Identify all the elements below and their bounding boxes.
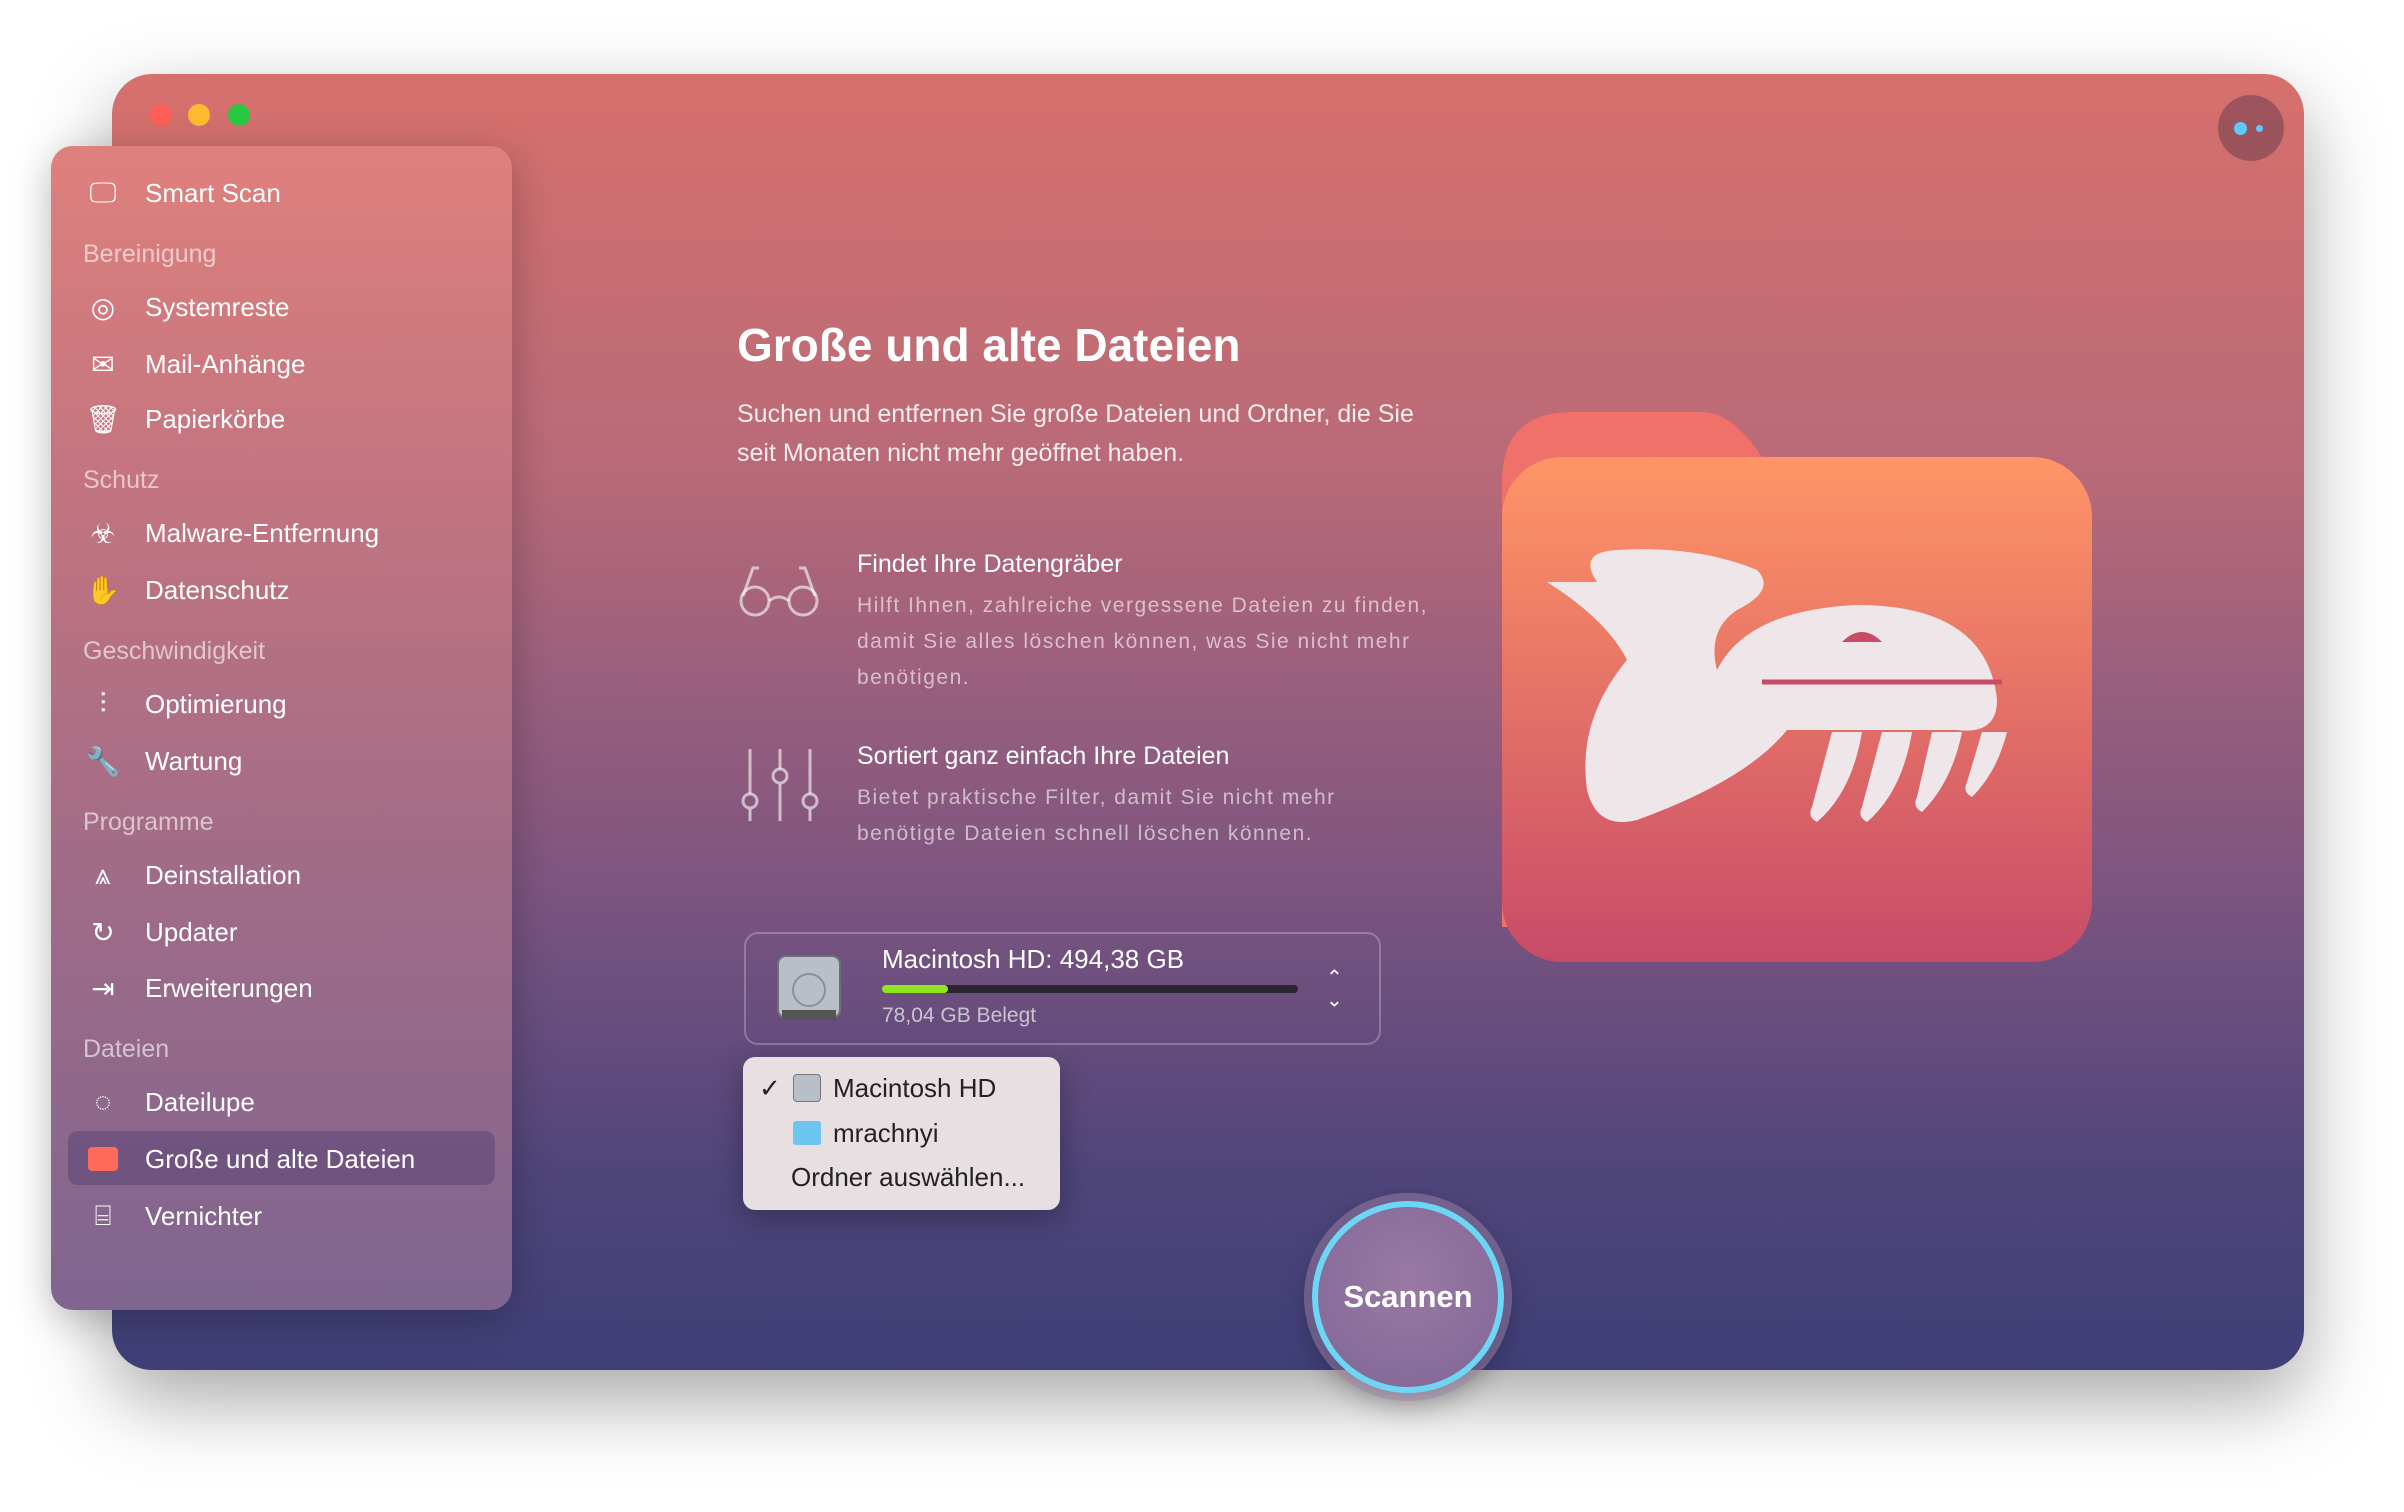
section-heading: Geschwindigkeit [83,637,266,665]
section-heading: Schutz [83,466,160,494]
whale-folder-icon [1502,412,2092,962]
sidebar-item-updater[interactable]: ↻ Updater [51,907,512,957]
page-description: Suchen und entfernen Sie große Dateien u… [737,400,1414,467]
feature-text: Bietet praktische Filter, damit Sie nich… [857,786,1336,845]
menu-item-home-folder[interactable]: mrachnyi [743,1111,1060,1155]
sidebar-item-privacy[interactable]: ✋ Datenschutz [51,565,512,615]
sidebar-item-malware[interactable]: ☣ Malware-Entfernung [51,508,512,558]
sidebar-item-shredder[interactable]: ⌸ Vernichter [51,1191,512,1241]
space-lens-icon: ◌ [94,1086,112,1117]
trash-bin-icon: 🗑 [85,403,121,435]
scan-button[interactable]: Scannen [1312,1201,1504,1393]
hand-icon: ✋ [85,574,121,606]
section-heading: Bereinigung [83,240,217,268]
page-title: Große und alte Dateien [737,319,1241,371]
drive-selector[interactable]: Macintosh HD: 494,38 GB 78,04 GB Belegt … [744,932,1381,1045]
sidebar-item-mail[interactable]: ✉ Mail-Anhänge [51,339,512,389]
menu-item-macintosh-hd[interactable]: ✓ Macintosh HD [743,1066,1060,1110]
sidebar-item-space-lens[interactable]: ◌ Dateilupe [51,1077,512,1127]
folder-icon [85,1141,121,1177]
minimize-button[interactable] [188,104,210,126]
sidebar-item-extensions[interactable]: ⇥ Erweiterungen [51,963,512,1013]
drive-usage-bar [882,985,1298,993]
sliders-icon: ⫶ [99,687,107,719]
glasses-icon [739,566,819,617]
drive-used: 78,04 GB Belegt [882,1004,1037,1027]
sidebar-item-large-old-files[interactable]: Große und alte Dateien [51,1134,512,1184]
system-junk-icon: ◎ [90,291,116,323]
app-store-icon: ⩓ [95,858,111,890]
updater-icon: ↻ [91,916,115,948]
close-button[interactable] [150,104,172,126]
assistant-icon [2234,122,2247,135]
home-folder-icon [793,1121,821,1145]
stepper-chevrons-icon[interactable]: ⌃ ⌃ [1326,968,1343,1009]
monitor-icon: 🖵 [89,176,117,208]
biohazard-icon: ☣ [90,517,116,549]
sidebar: 🖵 Smart Scan Bereinigung ◎ Systemreste ✉ Ma… [51,146,512,1310]
zoom-button[interactable] [228,104,250,126]
sidebar-item-maintenance[interactable]: 🔧 Wartung [51,736,512,786]
sidebar-item-systemreste[interactable]: ◎ Systemreste [51,282,512,332]
mail-icon: ✉ [91,348,115,380]
sidebar-item-uninstaller[interactable]: ⩓ Deinstallation [51,850,512,900]
wrench-icon: 🔧 [85,745,121,777]
hard-drive-icon [777,955,841,1020]
feature-title: Sortiert ganz einfach Ihre Dateien [857,742,1230,770]
feature-title: Findet Ihre Datengräber [857,550,1123,578]
assistant-button[interactable] [2218,95,2284,161]
shredder-icon: ⌸ [94,1199,112,1231]
section-heading: Programme [83,808,214,836]
sidebar-item-trash[interactable]: 🗑 Papierkörbe [51,394,512,444]
feature-text: Hilft Ihnen, zahlreiche vergessene Datei… [857,594,1428,689]
extensions-icon: ⇥ [91,972,115,1004]
drive-dropdown-menu: ✓ Macintosh HD mrachnyi Ordner auswählen… [743,1057,1060,1210]
sliders-icon [741,749,819,821]
drive-name: Macintosh HD: 494,38 GB [882,944,1185,974]
hard-drive-icon [793,1074,821,1102]
section-heading: Dateien [83,1035,170,1063]
sidebar-item-optimization[interactable]: ⫶ Optimierung [51,679,512,729]
menu-item-choose-folder[interactable]: Ordner auswählen... [743,1155,1060,1199]
checkmark-icon: ✓ [759,1072,781,1103]
sidebar-item-smart-scan[interactable]: 🖵 Smart Scan [51,168,512,218]
